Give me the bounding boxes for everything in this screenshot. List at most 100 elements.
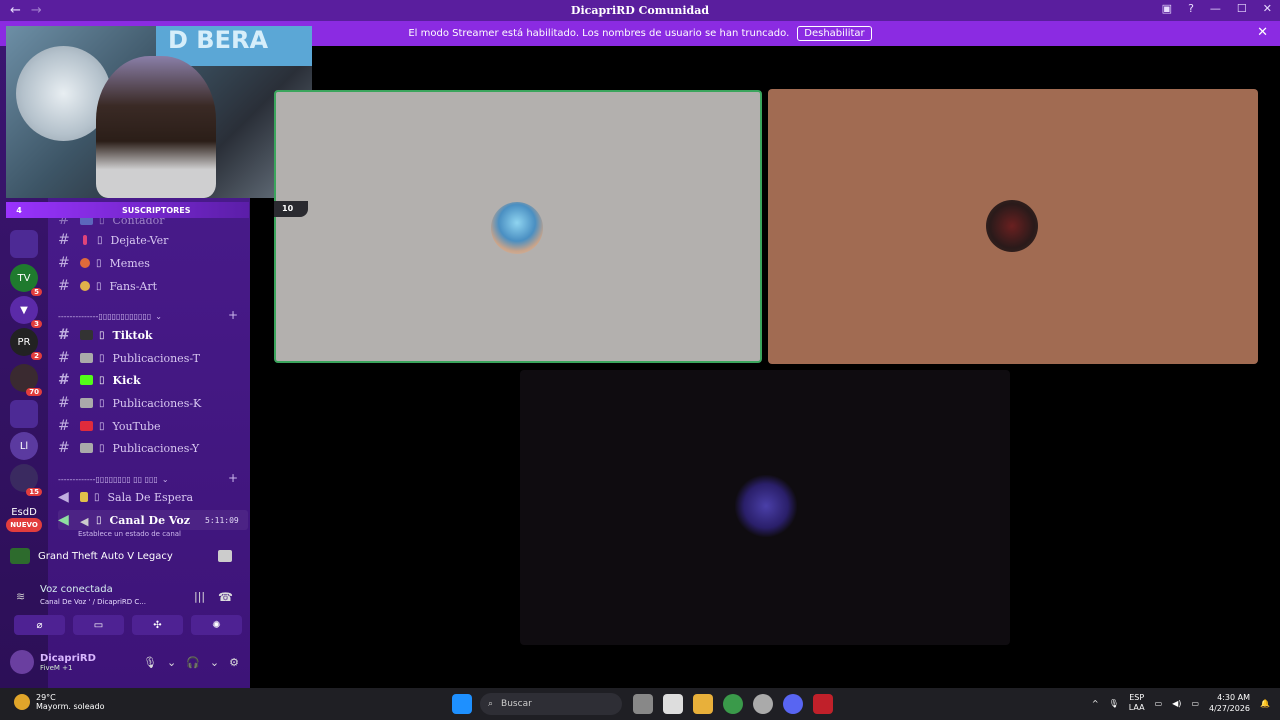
user-controls: 🎙 ⌄ 🎧 ⌄ ⚙ xyxy=(143,656,239,669)
voice-channel-label[interactable]: Canal De Voz ' / DicapriRD C... xyxy=(40,598,146,606)
game-icon xyxy=(10,548,30,564)
disconnect-icon[interactable]: ☎ xyxy=(218,590,233,604)
inbox-icon[interactable]: ▣ xyxy=(1162,2,1172,15)
share-screen-button[interactable]: ▭ xyxy=(73,615,124,635)
chevron-down-icon[interactable]: ⌄ xyxy=(210,656,219,669)
start-icon[interactable] xyxy=(452,694,472,714)
obs-icon[interactable] xyxy=(753,694,773,714)
user-status: FiveM +1 xyxy=(40,663,73,672)
screen-share-icon[interactable] xyxy=(218,550,232,562)
folder-icon[interactable] xyxy=(10,230,38,258)
activity-name: Grand Theft Auto V Legacy xyxy=(38,550,173,562)
close-banner-icon[interactable]: ✕ xyxy=(1257,25,1268,40)
speaker-icon: ◀ xyxy=(58,489,69,505)
voice-channel-sala-de-espera[interactable]: ◀ ▯ Sala De Espera xyxy=(58,487,193,507)
channel-publicaciones-t[interactable]: # ▯ Publicaciones-T xyxy=(58,348,200,368)
subscribers-label: SUSCRIPTORES xyxy=(122,205,191,215)
language-indicator[interactable]: ESP LAA xyxy=(1129,693,1145,713)
speaker-icon: ◀ xyxy=(58,512,69,528)
username: DicapriRD xyxy=(40,652,96,664)
server-badge: 15 xyxy=(26,488,42,496)
battery-icon[interactable]: ▭ xyxy=(1191,699,1199,708)
chevron-down-icon[interactable]: ⌄ xyxy=(167,656,176,669)
avatar xyxy=(986,200,1038,252)
close-window-icon[interactable]: ✕ xyxy=(1263,2,1272,15)
channel-publicaciones-y[interactable]: # ▯ Publicaciones-Y xyxy=(58,438,199,458)
channel-memes[interactable]: # ▯ Memes xyxy=(58,253,150,273)
channel-kick[interactable]: # ▯ Kick xyxy=(58,370,141,390)
task-view-icon[interactable] xyxy=(633,694,653,714)
voice-status: Voz conectada Canal De Voz ' / DicapriRD… xyxy=(40,584,146,606)
discord-icon[interactable] xyxy=(783,694,803,714)
server-triangle[interactable]: ▼ 3 xyxy=(10,296,42,328)
network-icon[interactable]: ▭ xyxy=(1155,699,1163,708)
server-badge: 3 xyxy=(31,320,42,328)
hash-icon: # xyxy=(58,278,70,294)
microphone-icon[interactable]: 🎙 xyxy=(143,656,157,669)
channel-status-hint[interactable]: Establece un estado de canal xyxy=(78,530,181,538)
clock[interactable]: 4:30 AM 4/27/2026 xyxy=(1209,692,1250,714)
subscribers-count: 4 xyxy=(16,205,22,215)
voice-connected-label: Voz conectada xyxy=(40,584,113,595)
help-icon[interactable]: ? xyxy=(1188,2,1194,15)
server-ll[interactable]: Ll xyxy=(10,432,38,460)
participant-tile[interactable] xyxy=(768,89,1258,364)
channel-fans-art[interactable]: # ▯ Fans-Art xyxy=(58,276,157,296)
add-channel-icon[interactable]: + xyxy=(228,471,238,485)
channel-publicaciones-k[interactable]: # ▯ Publicaciones-K xyxy=(58,393,201,413)
server-badge: 2 xyxy=(31,352,42,360)
tile-counter: 10 xyxy=(274,201,308,217)
voice-controls: ⌀ ▭ ✣ ✺ xyxy=(14,615,242,635)
server-avatar[interactable]: 70 xyxy=(10,364,42,396)
channel-youtube[interactable]: # ▯ YouTube xyxy=(58,416,161,436)
chrome-icon[interactable] xyxy=(723,694,743,714)
app-icon[interactable] xyxy=(663,694,683,714)
activity-row[interactable]: Grand Theft Auto V Legacy xyxy=(10,548,173,564)
soundboard-button[interactable]: ✺ xyxy=(191,615,242,635)
add-channel-icon[interactable]: + xyxy=(228,308,238,322)
avatar xyxy=(491,202,543,254)
maximize-icon[interactable]: ☐ xyxy=(1237,2,1247,15)
notification-bell-icon[interactable]: 🔔 xyxy=(1260,699,1270,708)
taskbar-pinned xyxy=(452,694,472,714)
headphones-icon[interactable]: 🎧 xyxy=(186,656,200,669)
server-badge: 70 xyxy=(26,388,42,396)
window-controls: ▣ ? — ☐ ✕ xyxy=(1162,2,1272,15)
title-bar: ← → DicapriRD Comunidad ▣ ? — ☐ ✕ xyxy=(0,0,1280,21)
channel-dejate-ver[interactable]: # ▯ Dejate-Ver xyxy=(58,230,168,250)
hash-icon: # xyxy=(58,440,70,456)
window-title: DicapriRD Comunidad xyxy=(570,4,710,17)
channel-tiktok[interactable]: # ▯ Tiktok xyxy=(58,325,153,345)
search-label: Buscar xyxy=(501,699,532,709)
server-pr[interactable]: PR 2 xyxy=(10,328,42,360)
hash-icon: # xyxy=(58,232,70,248)
new-badge: NUEVO xyxy=(6,518,42,532)
search-box[interactable]: ⌕ Buscar xyxy=(480,693,622,715)
minimize-icon[interactable]: — xyxy=(1210,2,1221,15)
activities-button[interactable]: ✣ xyxy=(132,615,183,635)
category-header[interactable]: --------------▯▯▯▯▯▯▯▯▯▯▯▯ ⌄ xyxy=(58,312,162,321)
sun-icon xyxy=(14,694,30,710)
disable-streamer-button[interactable]: Deshabilitar xyxy=(797,26,872,41)
app-icon[interactable] xyxy=(813,694,833,714)
server-tv[interactable]: TV 5 xyxy=(10,264,42,296)
noise-suppression-icon[interactable]: ||| xyxy=(194,590,205,603)
gear-icon[interactable]: ⚙ xyxy=(229,656,239,669)
participant-tile[interactable] xyxy=(520,370,1010,645)
avatar xyxy=(10,650,34,674)
server-badge: 5 xyxy=(31,288,42,296)
weather-widget[interactable]: 29°C Mayorm. soleado xyxy=(14,693,105,711)
hash-icon: # xyxy=(58,372,70,388)
participant-tile-speaking[interactable] xyxy=(274,90,762,363)
search-icon: ⌕ xyxy=(488,699,494,709)
server-avatar[interactable]: 15 xyxy=(10,464,42,496)
user-area[interactable]: DicapriRD FiveM +1 xyxy=(10,650,96,674)
volume-icon[interactable]: ◀) xyxy=(1172,699,1181,708)
folder-icon[interactable] xyxy=(10,400,38,428)
file-explorer-icon[interactable] xyxy=(693,694,713,714)
microphone-icon[interactable]: 🎙 xyxy=(1109,699,1119,708)
temperature: 29°C xyxy=(36,693,56,702)
chevron-up-icon[interactable]: ^ xyxy=(1092,699,1099,708)
camera-off-button[interactable]: ⌀ xyxy=(14,615,65,635)
category-header[interactable]: -------------▯▯▯▯▯▯▯▯ ▯▯ ▯▯▯ ⌄ xyxy=(58,475,169,484)
